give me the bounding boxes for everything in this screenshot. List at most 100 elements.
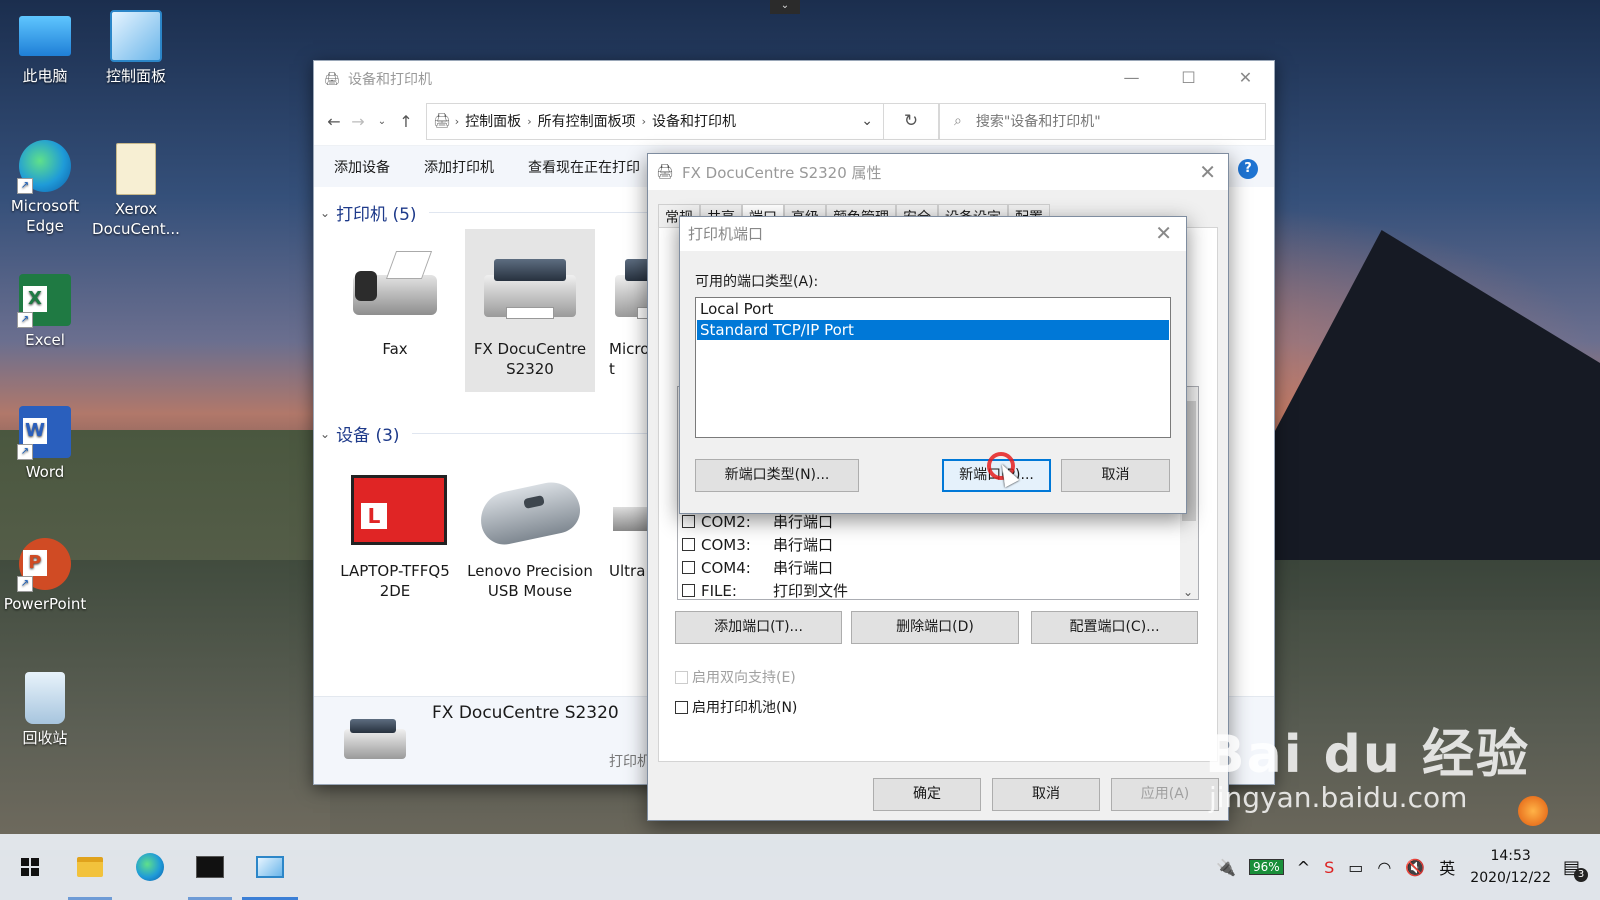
desktop-icon-powerpoint[interactable]: P ↗ PowerPoint <box>0 538 90 614</box>
bidirectional-checkbox[interactable]: 启用双向支持(E) <box>675 667 796 687</box>
configure-port-button[interactable]: 配置端口(C)... <box>1031 611 1198 644</box>
start-button[interactable] <box>0 834 60 900</box>
close-icon[interactable]: ✕ <box>1199 160 1216 184</box>
port-name: COM3: <box>701 535 751 554</box>
title-bar[interactable]: 🖨 设备和打印机 — ☐ ✕ <box>314 61 1274 97</box>
desktop-icon-xerox[interactable]: Xerox DocuCent... <box>91 143 181 239</box>
breadcrumb-control-panel[interactable]: 控制面板 <box>465 111 521 131</box>
desktop-icon-word[interactable]: W ↗ Word <box>0 406 90 482</box>
port-name: COM4: <box>701 558 751 577</box>
close-button[interactable]: ✕ <box>1217 61 1274 97</box>
security-app-icon[interactable]: S <box>1324 858 1334 877</box>
printer-item-microsoft[interactable]: Micro t <box>601 229 647 379</box>
clock[interactable]: 14:53 2020/12/22 <box>1470 845 1551 889</box>
port-row[interactable]: COM4: 串行端口 <box>682 557 833 578</box>
mouse-icon <box>475 467 585 549</box>
edge-icon <box>136 853 164 881</box>
desktop-icon-label: Xerox DocuCent... <box>92 200 180 238</box>
port-types-listbox[interactable]: Local Port Standard TCP/IP Port <box>695 297 1171 438</box>
delete-port-button[interactable]: 删除端口(D) <box>851 611 1019 644</box>
device-name: LAPTOP-TFFQ5 2DE <box>340 562 450 600</box>
add-device-button[interactable]: 添加设备 <box>334 157 390 177</box>
printer-icon <box>480 245 580 325</box>
close-icon[interactable]: ✕ <box>1155 221 1172 245</box>
ime-indicator[interactable]: 英 <box>1439 855 1455 879</box>
maximize-button[interactable]: ☐ <box>1160 61 1217 97</box>
printer-name: FX DocuCentre S2320 <box>473 340 587 378</box>
back-arrow-icon[interactable]: ← <box>322 112 346 131</box>
properties-title-bar[interactable]: 🖨 FX DocuCentre S2320 属性 <box>648 154 1228 190</box>
printer-item-fax[interactable]: Fax <box>330 229 460 359</box>
wifi-icon[interactable]: ◠ <box>1377 858 1391 877</box>
ports-dialog-title[interactable]: 打印机端口 <box>680 217 1186 251</box>
new-port-type-button[interactable]: 新端口类型(N)... <box>695 459 859 492</box>
minimize-button[interactable]: — <box>1103 61 1160 97</box>
address-row: ← → ⌄ ↑ 🖨 › 控制面板 › 所有控制面板项 › 设备和打印机 ⌄ ↻ … <box>314 97 1274 145</box>
window-title: 设备和打印机 <box>348 72 432 88</box>
see-printing-button[interactable]: 查看现在正在打印 <box>528 157 640 177</box>
refresh-button[interactable]: ↻ <box>884 102 939 140</box>
fax-icon <box>345 245 445 325</box>
printer-item-fx-docucentre[interactable]: FX DocuCentre S2320 <box>465 229 595 392</box>
desktop-icon-recycle-bin[interactable]: 回收站 <box>0 672 90 748</box>
port-checkbox[interactable] <box>682 515 695 528</box>
chevron-down-icon[interactable]: ⌄ <box>1183 585 1193 599</box>
port-checkbox[interactable] <box>682 561 695 574</box>
volume-muted-icon[interactable]: 🔇 <box>1405 858 1425 877</box>
battery-icon[interactable]: ▭ <box>1348 858 1363 877</box>
taskbar-edge[interactable] <box>120 834 180 900</box>
desktop-icon-control-panel[interactable]: 控制面板 <box>91 10 181 86</box>
ports-cancel-button[interactable]: 取消 <box>1061 459 1170 492</box>
recent-dropdown-icon[interactable]: ⌄ <box>370 116 394 127</box>
apply-button[interactable]: 应用(A) <box>1111 778 1219 811</box>
taskbar: 🔌 96% ^ S ▭ ◠ 🔇 英 14:53 2020/12/22 ▤ 3 <box>0 834 1600 900</box>
help-icon[interactable]: ? <box>1238 159 1258 179</box>
address-bar[interactable]: 🖨 › 控制面板 › 所有控制面板项 › 设备和打印机 ⌄ <box>426 102 884 140</box>
taskbar-file-explorer[interactable] <box>60 834 120 900</box>
printers-group-header[interactable]: ⌄ 打印机 (5) <box>320 200 689 225</box>
desktop-icon-this-pc[interactable]: 此电脑 <box>0 10 90 86</box>
breadcrumb-all-items[interactable]: 所有控制面板项 <box>538 111 636 131</box>
excel-icon: X ↗ <box>17 274 71 328</box>
chevron-down-icon[interactable]: ⌄ <box>770 0 800 14</box>
device-item-ultra[interactable]: Ultra <box>601 451 647 581</box>
search-input[interactable]: ⌕ 搜索"设备和打印机" <box>939 102 1266 140</box>
shortcut-arrow-icon: ↗ <box>17 312 33 328</box>
port-row[interactable]: FILE: 打印到文件 <box>682 580 848 601</box>
gear-icon[interactable] <box>1518 796 1548 826</box>
port-row[interactable]: COM3: 串行端口 <box>682 534 833 555</box>
add-port-button[interactable]: 添加端口(T)... <box>675 611 842 644</box>
notification-icon[interactable]: ▤ 3 <box>1563 857 1588 882</box>
devices-group-header[interactable]: ⌄ 设备 (3) <box>320 421 672 446</box>
desktop-icon-edge[interactable]: ↗ Microsoft Edge <box>0 140 90 236</box>
battery-indicator[interactable]: 96% <box>1249 859 1284 875</box>
ok-button[interactable]: 确定 <box>873 778 981 811</box>
port-checkbox[interactable] <box>682 584 695 597</box>
up-arrow-icon[interactable]: ↑ <box>394 112 418 131</box>
list-item-local-port[interactable]: Local Port <box>697 299 1169 319</box>
baidu-watermark: Bai du 经验 jingyan.baidu.com <box>1205 712 1530 814</box>
printer-pool-checkbox[interactable]: 启用打印机池(N) <box>675 697 797 717</box>
port-checkbox[interactable] <box>682 538 695 551</box>
cancel-button[interactable]: 取消 <box>992 778 1100 811</box>
details-category: 打印机 <box>609 754 651 770</box>
list-item-standard-tcpip-port[interactable]: Standard TCP/IP Port <box>697 320 1169 340</box>
desktop-icon-excel[interactable]: X ↗ Excel <box>0 274 90 350</box>
device-item-mouse[interactable]: Lenovo Precision USB Mouse <box>465 451 595 601</box>
device-name: Lenovo Precision USB Mouse <box>467 562 593 600</box>
desktop-icon-label: Excel <box>25 331 65 349</box>
devices-group-title: 设备 (3) <box>336 426 400 446</box>
forward-arrow-icon[interactable]: → <box>346 112 370 131</box>
breadcrumb-devices-printers[interactable]: 设备和打印机 <box>652 111 736 131</box>
taskbar-control-panel[interactable] <box>240 834 300 900</box>
add-printer-button[interactable]: 添加打印机 <box>424 157 494 177</box>
printer-icon <box>340 715 406 765</box>
chevron-up-icon[interactable]: ^ <box>1297 858 1310 877</box>
device-item-laptop[interactable]: L LAPTOP-TFFQ5 2DE <box>330 451 460 601</box>
taskbar-terminal[interactable] <box>180 834 240 900</box>
port-row[interactable]: COM2: 串行端口 <box>682 511 833 532</box>
chevron-down-icon[interactable]: ⌄ <box>861 113 873 129</box>
shortcut-arrow-icon: ↗ <box>17 576 33 592</box>
power-plug-icon[interactable]: 🔌 <box>1216 858 1236 877</box>
chevron-down-icon: ⌄ <box>320 426 331 441</box>
